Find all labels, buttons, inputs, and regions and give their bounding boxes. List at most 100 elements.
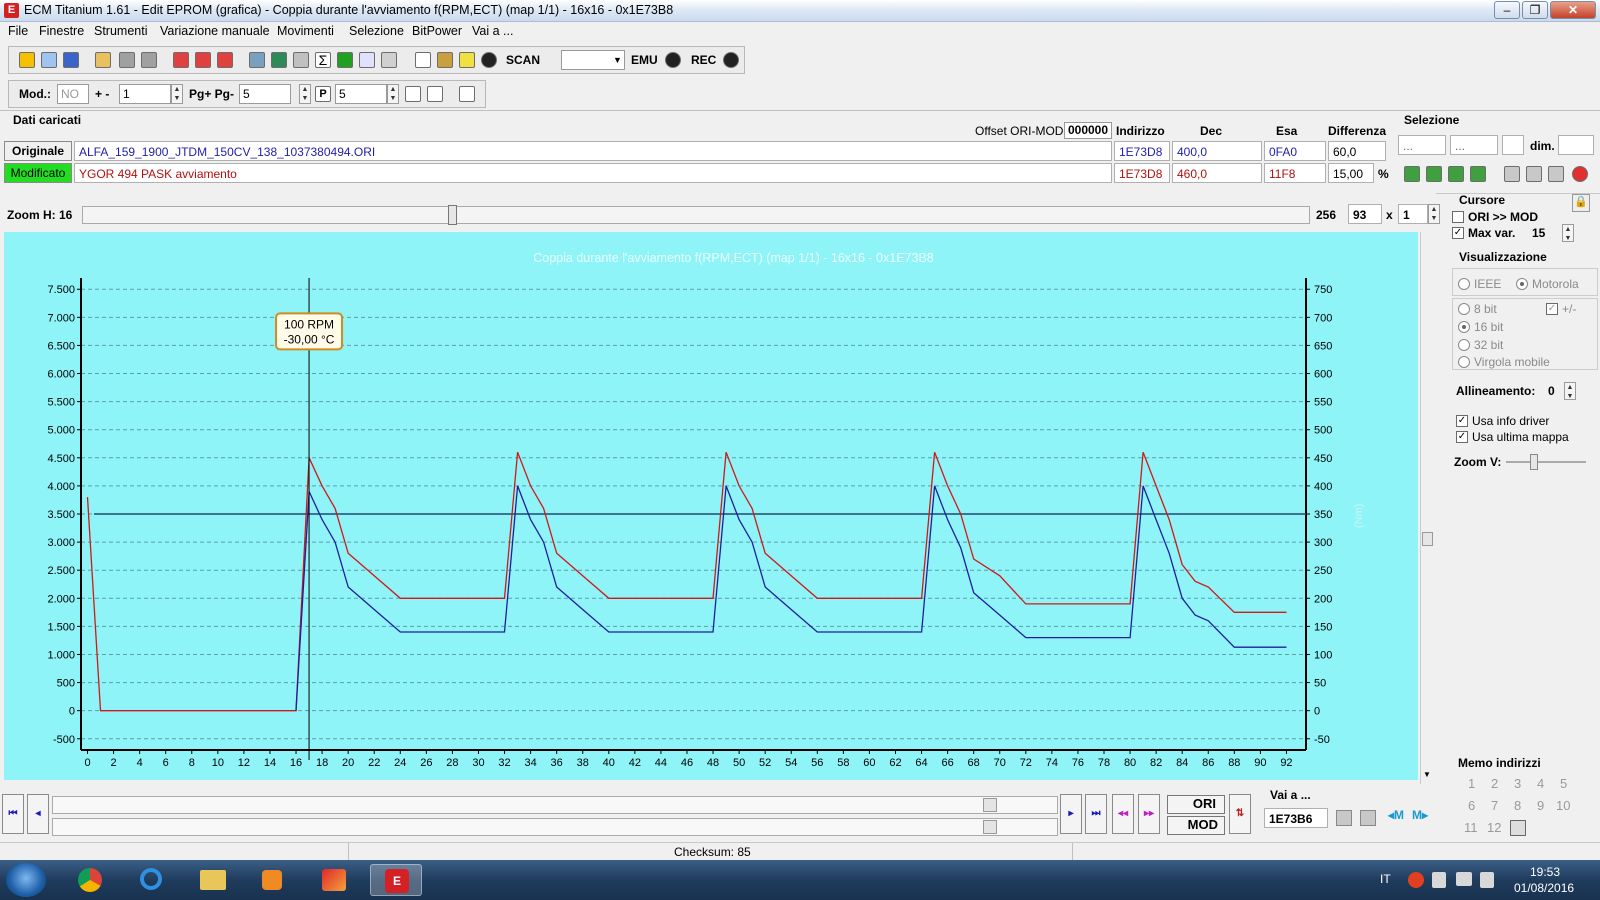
zoom-v-thumb[interactable]	[1530, 454, 1538, 470]
ecm-titanium-taskbar-icon[interactable]: E	[370, 864, 422, 896]
explorer-icon[interactable]	[186, 864, 238, 896]
color-map-icon[interactable]	[337, 52, 353, 68]
originale-dec[interactable]: 400,0	[1172, 141, 1262, 161]
last-page-icon[interactable]: ⏭	[1085, 794, 1107, 834]
zoom-h-slider-thumb[interactable]	[448, 205, 457, 225]
usa-info-driver-checkbox[interactable]: ✓	[1456, 415, 1468, 427]
memo-12[interactable]: 12	[1487, 820, 1501, 835]
memo-5[interactable]: 5	[1560, 776, 1567, 791]
tray-device-icon[interactable]	[1432, 872, 1446, 888]
cut-icon[interactable]	[1548, 166, 1564, 182]
usa-ultima-mappa-checkbox[interactable]: ✓	[1456, 431, 1468, 443]
max-var-stepper[interactable]: ▲ ▼	[1562, 224, 1574, 242]
mark-next-icon[interactable]: M▸	[1412, 808, 1432, 826]
plusminus-field[interactable]: 1	[119, 84, 171, 104]
zoom-93-field[interactable]: 93	[1348, 204, 1382, 224]
memo-7[interactable]: 7	[1491, 798, 1498, 813]
prev-icon[interactable]: ◂	[27, 794, 49, 834]
plusminus-stepper[interactable]: ▲ ▼	[171, 84, 183, 104]
zoom-stepper[interactable]: ▲ ▼	[1428, 204, 1440, 224]
text-icon[interactable]	[415, 52, 431, 68]
allineamento-field[interactable]: 0	[1544, 381, 1564, 401]
t-icon[interactable]	[459, 86, 475, 102]
menu-variazione-manuale[interactable]: Variazione manuale	[160, 24, 270, 38]
p-stepper[interactable]: ▲ ▼	[387, 84, 399, 104]
plusminus-checkbox[interactable]: ✓	[1546, 303, 1558, 315]
zoom-1-field[interactable]: 1	[1398, 204, 1428, 224]
8bit-radio[interactable]	[1458, 303, 1470, 315]
memo-6[interactable]: 6	[1468, 798, 1475, 813]
pg-field[interactable]: 5	[239, 84, 291, 104]
tray-app-icon[interactable]	[1408, 872, 1424, 888]
runner-icon[interactable]	[459, 52, 475, 68]
select-icon-1[interactable]	[1404, 166, 1420, 182]
originale-indirizzo[interactable]: 1E73D8	[1114, 141, 1170, 161]
layout-icon[interactable]	[63, 52, 79, 68]
menu-bitpower[interactable]: BitPower	[412, 24, 462, 38]
m-icon[interactable]	[427, 86, 443, 102]
clock-time[interactable]: 19:53	[1530, 865, 1560, 879]
next-icon[interactable]: ▸	[1060, 794, 1082, 834]
max-var-checkbox[interactable]: ✓	[1452, 227, 1464, 239]
first-page-icon[interactable]: ⏮	[2, 794, 24, 834]
hscroll-bottom[interactable]	[52, 818, 1058, 836]
zoom-h-slider[interactable]	[82, 205, 1310, 225]
vscroll-thumb[interactable]	[1422, 532, 1433, 546]
memo-8[interactable]: 8	[1514, 798, 1521, 813]
minimize-icon[interactable]: –	[1494, 1, 1520, 19]
scroll-down-icon[interactable]: ▼	[1423, 770, 1431, 779]
ie-icon[interactable]	[124, 864, 176, 896]
calculator-icon[interactable]	[271, 52, 287, 68]
home-icon[interactable]	[19, 52, 35, 68]
chrome-icon[interactable]	[64, 864, 116, 896]
maximize-icon[interactable]: ❐	[1522, 1, 1548, 19]
power-icon[interactable]	[1572, 166, 1588, 182]
originale-esa[interactable]: 0FA0	[1264, 141, 1326, 161]
modificato-esa[interactable]: 11F8	[1264, 163, 1326, 183]
graph-icon[interactable]	[359, 52, 375, 68]
select-icon-3[interactable]	[1448, 166, 1464, 182]
paste-icon[interactable]	[1526, 166, 1542, 182]
modificato-dec[interactable]: 460,0	[1172, 163, 1262, 183]
media-player-icon[interactable]	[246, 864, 298, 896]
align-left-icon[interactable]	[1336, 810, 1352, 826]
select-icon-2[interactable]	[1426, 166, 1442, 182]
memo-settings-icon[interactable]	[1510, 820, 1526, 836]
rec-record-icon[interactable]	[723, 52, 739, 68]
max-var-field[interactable]: 15	[1528, 223, 1562, 243]
compare-icon[interactable]	[195, 52, 211, 68]
chart-vscrollbar[interactable]: ▼	[1420, 232, 1434, 784]
tray-volume-icon[interactable]	[1480, 872, 1494, 888]
save-as-icon[interactable]	[141, 52, 157, 68]
app-taskbar-icon[interactable]	[308, 864, 360, 896]
next-mod-icon[interactable]: ▸▸	[1138, 794, 1160, 834]
close-icon[interactable]: ✕	[1550, 1, 1596, 19]
modificato-indirizzo[interactable]: 1E73D8	[1114, 163, 1170, 183]
align-right-icon[interactable]	[1360, 810, 1376, 826]
selezione-field-1[interactable]: ...	[1398, 135, 1446, 155]
copy-icon[interactable]	[1504, 166, 1520, 182]
ori-mod-checkbox[interactable]	[1452, 211, 1464, 223]
16bit-radio[interactable]	[1458, 321, 1470, 333]
mod-button[interactable]: MOD	[1167, 816, 1225, 835]
emu-record-icon[interactable]	[665, 52, 681, 68]
hscroll-top-thumb[interactable]	[983, 798, 997, 812]
select-icon-4[interactable]	[1470, 166, 1486, 182]
grid-icon[interactable]	[405, 86, 421, 102]
zoom-v-slider[interactable]	[1506, 454, 1586, 470]
prev-mod-icon[interactable]: ◂◂	[1112, 794, 1134, 834]
pg-stepper[interactable]: ▲ ▼	[299, 84, 311, 104]
record-icon[interactable]	[481, 52, 497, 68]
originale-diff[interactable]: 60,0	[1328, 141, 1386, 161]
allineamento-stepper[interactable]: ▲ ▼	[1564, 382, 1576, 400]
ieee-radio[interactable]	[1458, 278, 1470, 290]
selezione-field-3[interactable]	[1502, 135, 1524, 155]
dim-field[interactable]	[1558, 135, 1594, 155]
ori-button[interactable]: ORI	[1167, 795, 1225, 814]
mod-field[interactable]: NO	[57, 84, 89, 104]
selezione-field-2[interactable]: ...	[1450, 135, 1498, 155]
checksum-icon[interactable]	[173, 52, 189, 68]
memo-9[interactable]: 9	[1537, 798, 1544, 813]
menu-selezione[interactable]: Selezione	[349, 24, 404, 38]
p-icon[interactable]: P	[315, 86, 331, 102]
